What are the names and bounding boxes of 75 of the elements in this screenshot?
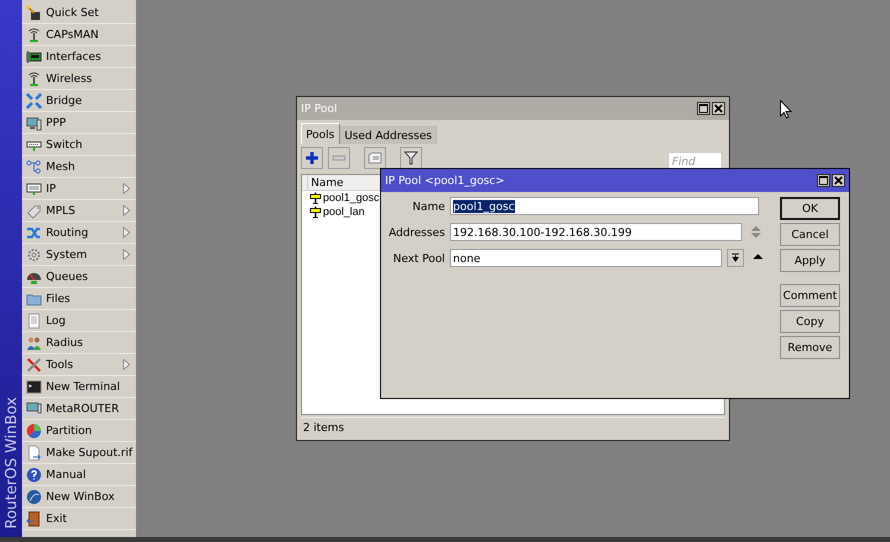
pool-name[interactable]: pool1_gosc xyxy=(323,192,380,204)
door-icon xyxy=(26,510,42,526)
antenna-icon xyxy=(26,70,42,86)
tag-icon xyxy=(26,202,42,218)
brand-title: RouterOS WinBox xyxy=(2,397,20,531)
dialog-button[interactable]: Copy xyxy=(780,310,840,333)
menu-item[interactable]: Log xyxy=(22,310,136,332)
dialog-button[interactable]: Remove xyxy=(780,336,840,359)
menu-item[interactable]: MetaROUTER xyxy=(22,398,136,420)
terminal-icon xyxy=(26,378,42,394)
add-button[interactable] xyxy=(301,147,323,169)
menu-item[interactable]: Routing xyxy=(22,222,136,244)
maximize-button[interactable] xyxy=(817,174,830,187)
status-text: 2 items xyxy=(303,420,344,434)
arrows-icon xyxy=(26,92,42,108)
menu-item[interactable]: IP xyxy=(22,178,136,200)
dialog-button[interactable]: Comment xyxy=(780,284,840,307)
menu-item[interactable]: New WinBox xyxy=(22,486,136,508)
menu-item[interactable]: Make Supout.rif xyxy=(22,442,136,464)
filter-button[interactable] xyxy=(400,147,422,169)
field-label: Name xyxy=(412,200,445,212)
input-field[interactable]: pool1_gosc xyxy=(450,197,759,215)
monitor-icon xyxy=(26,400,42,416)
comment-button[interactable] xyxy=(364,147,386,169)
menu-item[interactable]: Exit xyxy=(22,508,136,530)
close-button[interactable] xyxy=(832,174,845,187)
field-label: Addresses xyxy=(388,226,445,238)
tab[interactable]: Pools xyxy=(301,123,340,144)
document-icon xyxy=(26,312,42,328)
pie-chart-icon xyxy=(26,422,42,438)
pool-name[interactable]: pool_lan xyxy=(323,206,365,218)
plus-icon xyxy=(305,151,319,165)
input-field[interactable]: none xyxy=(450,249,722,267)
menu-item[interactable]: Tools xyxy=(22,354,136,376)
help-icon xyxy=(26,466,42,482)
pool-icon xyxy=(310,206,321,218)
menu-item[interactable]: Interfaces xyxy=(22,46,136,68)
menu-item[interactable]: MPLS xyxy=(22,200,136,222)
monitor-icon xyxy=(26,114,42,130)
dialog-button[interactable]: Apply xyxy=(780,249,840,272)
input-field[interactable]: 192.168.30.100-192.168.30.199 xyxy=(450,223,742,241)
down-arrow-icon xyxy=(731,253,740,263)
filter-icon xyxy=(404,151,418,165)
menu-item[interactable]: Files xyxy=(22,288,136,310)
antenna-icon xyxy=(26,26,42,42)
pool-icon xyxy=(310,192,321,204)
gear-icon xyxy=(26,246,42,262)
people-icon xyxy=(26,334,42,350)
nodes-icon xyxy=(26,158,42,174)
window-title: IP Pool <pool1_gosc> xyxy=(385,174,505,187)
mouse-pointer-icon xyxy=(780,100,792,119)
dropdown-button[interactable] xyxy=(727,249,744,267)
note-icon xyxy=(368,151,382,165)
close-button[interactable] xyxy=(712,102,725,115)
menu-item[interactable]: Queues xyxy=(22,266,136,288)
spinner-icon xyxy=(750,225,762,239)
menu-item[interactable]: PPP xyxy=(22,112,136,134)
tools-icon xyxy=(26,356,42,372)
dialog-button[interactable]: OK xyxy=(780,197,840,220)
globe-icon xyxy=(26,488,42,504)
menu-item[interactable]: Switch xyxy=(22,134,136,156)
column-header[interactable]: Name xyxy=(308,175,344,190)
menu-item[interactable]: Partition xyxy=(22,420,136,442)
menu-item[interactable]: System xyxy=(22,244,136,266)
maximize-button[interactable] xyxy=(697,102,710,115)
field-label: Next Pool xyxy=(392,252,445,264)
tab[interactable]: Used Addresses xyxy=(340,126,437,144)
file-arrow-icon xyxy=(26,444,42,460)
wand-icon xyxy=(26,4,42,20)
dialog-button[interactable]: Cancel xyxy=(780,223,840,246)
window-title: IP Pool xyxy=(301,102,338,115)
menu-item[interactable]: New Terminal xyxy=(22,376,136,398)
device-icon xyxy=(26,180,42,196)
menu-item[interactable]: Manual xyxy=(22,464,136,486)
network-card-icon xyxy=(26,48,42,64)
